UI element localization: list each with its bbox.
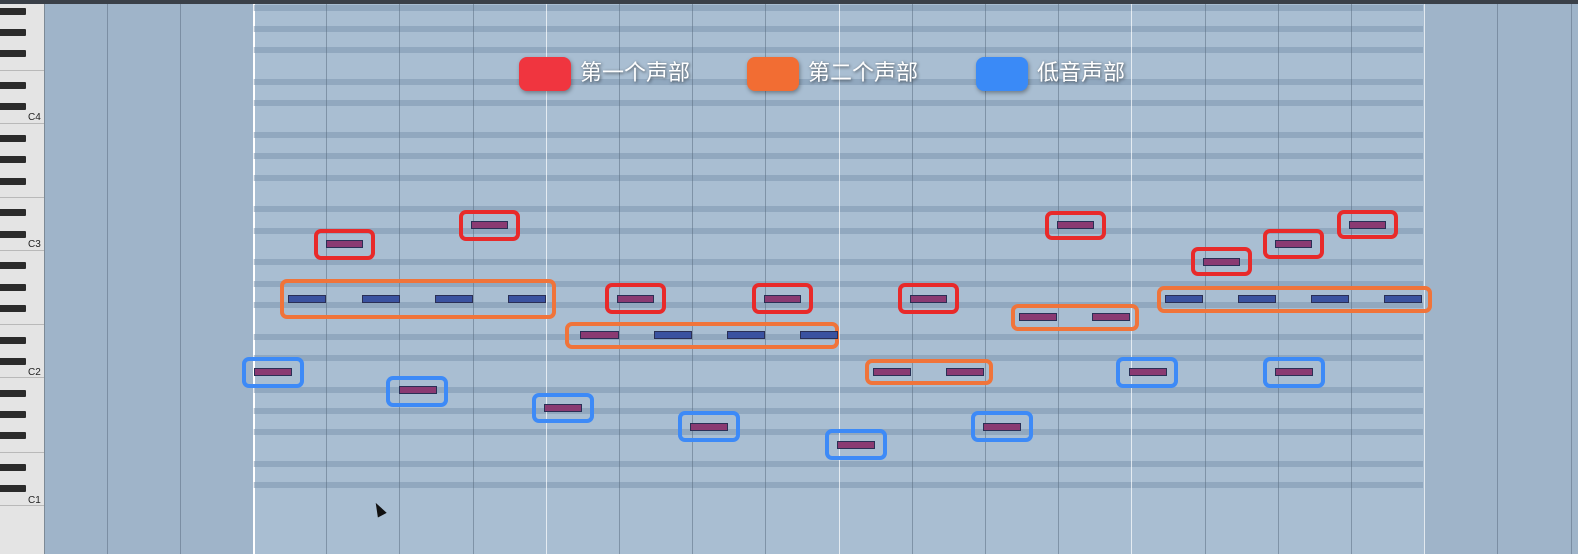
- midi-note[interactable]: [800, 331, 838, 339]
- midi-note[interactable]: [544, 404, 582, 412]
- bar-line: [1424, 4, 1425, 554]
- black-key-lane: [253, 26, 1423, 33]
- beat-line: [692, 4, 693, 554]
- beat-line: [1205, 4, 1206, 554]
- black-key[interactable]: [0, 50, 26, 58]
- midi-note[interactable]: [1275, 368, 1313, 376]
- midi-note[interactable]: [399, 386, 437, 394]
- white-key-divider: [0, 377, 44, 379]
- black-key[interactable]: [0, 336, 26, 344]
- midi-note[interactable]: [1019, 313, 1057, 321]
- midi-note[interactable]: [727, 331, 765, 339]
- black-key-lane: [253, 206, 1423, 213]
- midi-note[interactable]: [910, 295, 947, 303]
- midi-note[interactable]: [508, 295, 546, 303]
- midi-note[interactable]: [617, 295, 654, 303]
- black-key[interactable]: [0, 177, 26, 185]
- black-key[interactable]: [0, 283, 26, 291]
- black-key-lane: [253, 407, 1423, 414]
- legend-swatch-bass: [976, 57, 1028, 91]
- midi-note[interactable]: [1238, 295, 1276, 303]
- midi-note[interactable]: [1129, 368, 1167, 376]
- key-label-c4: C4: [28, 112, 41, 123]
- black-key[interactable]: [0, 29, 26, 37]
- midi-note[interactable]: [1311, 295, 1349, 303]
- midi-note[interactable]: [326, 240, 363, 248]
- black-key[interactable]: [0, 8, 26, 15]
- white-key-divider: [0, 197, 44, 199]
- midi-note[interactable]: [946, 368, 984, 376]
- black-key[interactable]: [0, 262, 26, 270]
- midi-note[interactable]: [362, 295, 400, 303]
- piano-keyboard[interactable]: C4 C3 C2 C1: [0, 4, 45, 554]
- midi-note[interactable]: [288, 295, 326, 303]
- midi-note[interactable]: [690, 423, 728, 431]
- black-key-lane: [253, 227, 1423, 234]
- black-key[interactable]: [0, 156, 26, 164]
- white-key-divider: [0, 70, 44, 71]
- beat-line: [1571, 4, 1572, 554]
- black-key-lane: [253, 47, 1423, 54]
- legend-label-voice2: 第二个声部: [808, 61, 919, 86]
- midi-note[interactable]: [654, 331, 692, 339]
- black-key[interactable]: [0, 357, 26, 365]
- black-key[interactable]: [0, 410, 26, 418]
- midi-note[interactable]: [1165, 295, 1203, 303]
- midi-note[interactable]: [435, 295, 473, 303]
- white-key-divider: [0, 504, 44, 506]
- bar-line: [1131, 4, 1132, 554]
- midi-note[interactable]: [1092, 313, 1130, 321]
- white-key-divider: [0, 451, 44, 453]
- midi-note[interactable]: [471, 221, 508, 229]
- midi-note[interactable]: [580, 331, 619, 339]
- black-key[interactable]: [0, 389, 26, 397]
- beat-line: [180, 4, 181, 554]
- black-key-lane: [253, 460, 1423, 467]
- black-key[interactable]: [0, 135, 26, 143]
- black-key-lane: [253, 174, 1423, 181]
- black-key-lane: [253, 354, 1423, 361]
- black-key-lane: [253, 153, 1423, 160]
- black-key-lane: [253, 482, 1423, 488]
- midi-note[interactable]: [1203, 258, 1240, 266]
- black-key[interactable]: [0, 82, 26, 90]
- midi-note[interactable]: [1275, 240, 1312, 248]
- black-key[interactable]: [0, 230, 26, 238]
- beat-line: [1497, 4, 1498, 554]
- key-label-c3: C3: [28, 239, 41, 250]
- legend-swatch-voice2: [747, 57, 799, 91]
- midi-note[interactable]: [837, 441, 875, 449]
- black-key[interactable]: [0, 485, 26, 492]
- beat-line: [1351, 4, 1352, 554]
- legend-label-voice1: 第一个声部: [580, 61, 691, 86]
- white-key-divider: [0, 324, 44, 326]
- black-key[interactable]: [0, 432, 26, 439]
- black-key[interactable]: [0, 103, 26, 111]
- white-key-divider: [0, 250, 44, 252]
- midi-note[interactable]: [1349, 221, 1386, 229]
- black-key[interactable]: [0, 463, 26, 471]
- bar-line: [253, 4, 254, 554]
- midi-note[interactable]: [873, 368, 911, 376]
- midi-note[interactable]: [1384, 295, 1422, 303]
- beat-line: [1278, 4, 1279, 554]
- white-key-divider: [0, 123, 44, 124]
- beat-line: [107, 4, 108, 554]
- black-key[interactable]: [0, 209, 26, 217]
- midi-note[interactable]: [1057, 221, 1094, 229]
- legend-label-bass: 低音声部: [1037, 61, 1126, 86]
- legend-swatch-voice1: [519, 57, 571, 91]
- midi-note[interactable]: [254, 368, 292, 376]
- black-key[interactable]: [0, 304, 26, 312]
- midi-note[interactable]: [764, 295, 801, 303]
- midi-note[interactable]: [983, 423, 1021, 431]
- black-key-lane: [253, 100, 1423, 107]
- black-key-lane: [253, 5, 1423, 11]
- black-key-lane: [253, 132, 1423, 139]
